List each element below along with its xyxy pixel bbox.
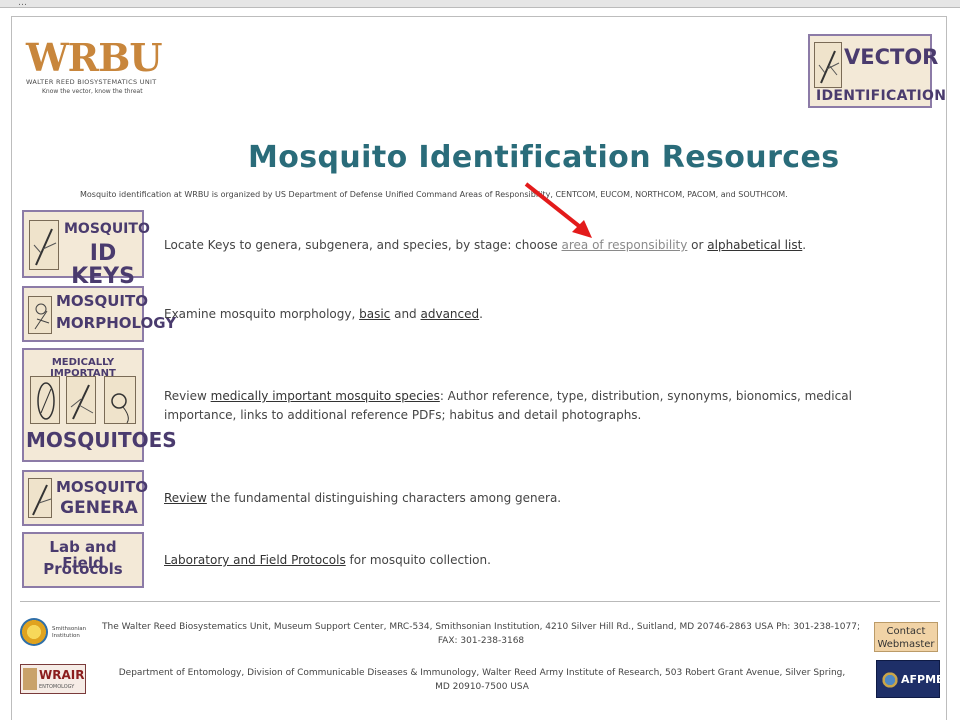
- tile-line2: GENERA: [60, 498, 138, 518]
- row-text: or: [687, 238, 708, 252]
- afpmb-seal-icon: [881, 671, 899, 689]
- vector-title: VECTOR: [844, 45, 939, 69]
- id-keys-description: Locate Keys to genera, subgenera, and sp…: [164, 236, 924, 255]
- footer-address-wrbu: The Walter Reed Biosystematics Unit, Mus…: [102, 622, 860, 646]
- afpmb-logo[interactable]: AFPMB: [876, 660, 944, 698]
- mosquito-genera-tile[interactable]: MOSQUITO GENERA: [22, 470, 148, 526]
- smithsonian-sun-icon: [20, 618, 48, 646]
- red-arrow-icon: [524, 182, 592, 238]
- wrbu-tagline: Know the vector, know the threat: [42, 88, 143, 95]
- page-title: Mosquito Identification Resources: [248, 140, 840, 175]
- mosquito-icon: [66, 376, 96, 424]
- tile-line2: MORPHOLOGY: [56, 314, 177, 332]
- basic-link[interactable]: basic: [359, 307, 390, 321]
- smithsonian-label: Smithsonian Institution: [52, 626, 87, 639]
- row-text: Review: [164, 389, 211, 403]
- genera-description: Review the fundamental distinguishing ch…: [164, 489, 924, 508]
- lab-field-protocols-tile[interactable]: Lab and Field Protocols: [22, 532, 144, 588]
- area-of-responsibility-link[interactable]: area of responsibility: [562, 238, 688, 252]
- footer-address-wrair: Department of Entomology, Division of Co…: [118, 668, 846, 692]
- review-genera-link[interactable]: Review: [164, 491, 207, 505]
- contact-label: Contact: [886, 626, 926, 637]
- mosquito-icon: [814, 42, 842, 88]
- row-text: Locate Keys to genera, subgenera, and sp…: [164, 238, 562, 252]
- tile-line1: MOSQUITO: [56, 478, 148, 496]
- browser-chrome-text: …: [18, 0, 27, 8]
- advanced-link[interactable]: advanced: [421, 307, 480, 321]
- mosquito-pupa-icon: [104, 376, 136, 424]
- wrbu-logo[interactable]: WRBU WALTER REED BIOSYSTEMATICS UNIT Kno…: [26, 35, 168, 104]
- vector-identification-logo[interactable]: VECTOR IDENTIFICATION: [808, 34, 946, 108]
- row-text: Examine mosquito morphology,: [164, 307, 360, 321]
- smithsonian-logo[interactable]: Smithsonian Institution: [20, 618, 88, 650]
- row-text: .: [802, 238, 807, 252]
- mosquito-egg-icon: [30, 376, 60, 424]
- wrbu-unit-text: WALTER REED BIOSYSTEMATICS UNIT: [26, 78, 157, 86]
- tile-line2: Protocols: [43, 560, 123, 578]
- medically-important-species-link[interactable]: medically important mosquito species: [211, 389, 440, 403]
- afpmb-label: AFPMB: [901, 673, 945, 686]
- mosquito-icon: [29, 220, 59, 270]
- wrair-sublabel: ENTOMOLOGY: [39, 684, 75, 690]
- identification-title: IDENTIFICATION: [816, 88, 947, 104]
- footer-divider: [20, 601, 940, 602]
- webmaster-label: Webmaster: [877, 639, 935, 650]
- mosquito-icon: [28, 296, 52, 334]
- medically-important-description: Review medically important mosquito spec…: [164, 387, 924, 425]
- tile-line2: ID KEYS: [71, 241, 135, 290]
- mosquito-id-keys-tile[interactable]: MOSQUITO ID KEYS: [22, 210, 150, 288]
- tile-line2: MOSQUITOES: [26, 428, 177, 452]
- mosquito-icon: [28, 478, 52, 518]
- medically-important-mosquitoes-tile[interactable]: MEDICALLY IMPORTANT MOSQUITOES: [22, 348, 177, 462]
- row-text: .: [479, 307, 483, 321]
- contact-webmaster-button[interactable]: Contact Webmaster: [874, 622, 938, 652]
- laboratory-field-protocols-link[interactable]: Laboratory and Field Protocols: [164, 553, 346, 567]
- tile-line1: MOSQUITO: [64, 221, 150, 237]
- page-frame: [11, 16, 947, 720]
- row-text: the fundamental distinguishing character…: [206, 491, 562, 505]
- row-text: and: [390, 307, 421, 321]
- wrair-logo[interactable]: WRAIR ENTOMOLOGY: [20, 664, 86, 694]
- protocols-description: Laboratory and Field Protocols for mosqu…: [164, 551, 924, 570]
- tile-line1: MOSQUITO: [56, 292, 148, 310]
- alphabetical-list-link[interactable]: alphabetical list: [707, 238, 802, 252]
- wrair-crest-icon: [23, 668, 37, 690]
- row-text: for mosquito collection.: [345, 553, 491, 567]
- mosquito-morphology-tile[interactable]: MOSQUITO MORPHOLOGY: [22, 286, 177, 342]
- wrair-label: WRAIR: [39, 668, 85, 682]
- morphology-description: Examine mosquito morphology, basic and a…: [164, 305, 924, 324]
- page-subtitle: Mosquito identification at WRBU is organ…: [80, 190, 788, 199]
- browser-chrome-strip: …: [0, 0, 960, 8]
- wrbu-logo-text: WRBU: [26, 35, 163, 80]
